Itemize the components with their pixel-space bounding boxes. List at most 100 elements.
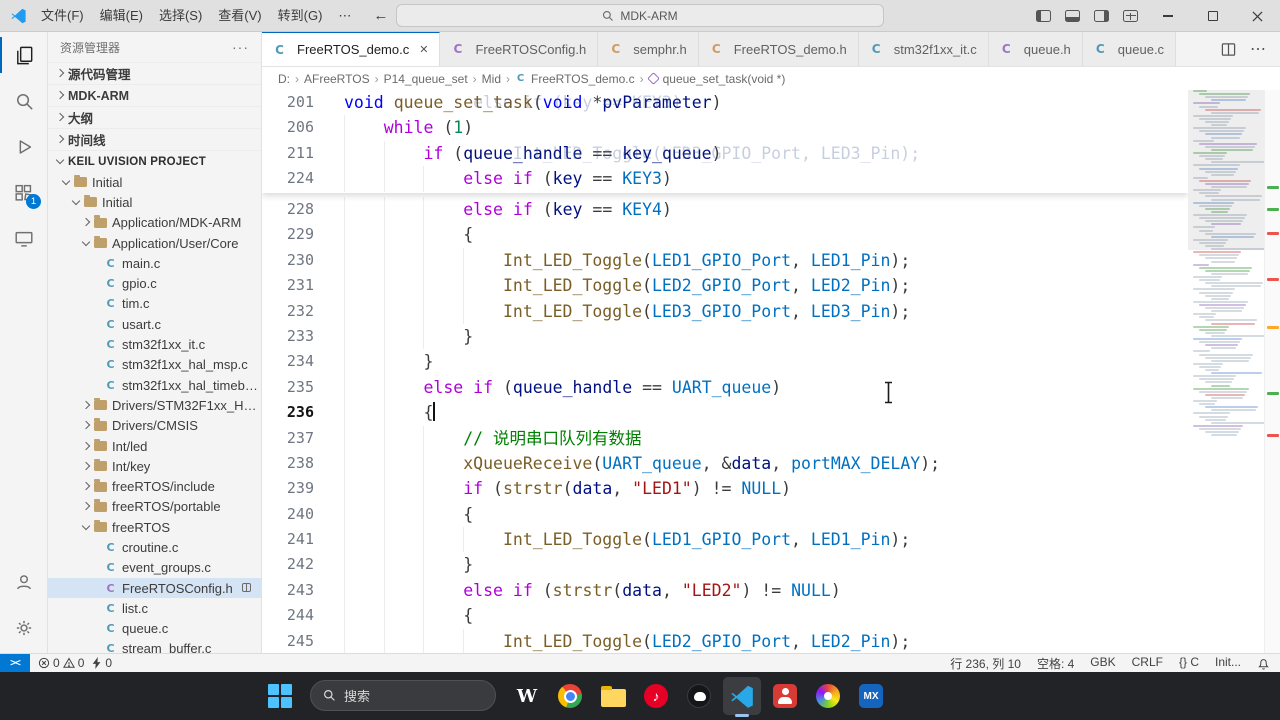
tree-file-event_groups.c[interactable]: Cevent_groups.c	[48, 558, 261, 578]
sidebar-section-3[interactable]: 时间线	[48, 128, 261, 150]
customize-layout-icon[interactable]	[1123, 10, 1138, 22]
taskbar-app-chrome[interactable]	[551, 677, 589, 715]
status-item-4[interactable]: {} C	[1179, 655, 1199, 672]
status-item-2[interactable]: GBK	[1090, 655, 1115, 672]
bell-icon[interactable]	[1257, 657, 1270, 670]
line-number[interactable]: 230	[262, 248, 314, 273]
code-line-224[interactable]: 224 else if (key == KEY3)	[262, 166, 1188, 192]
line-number[interactable]: 238	[262, 451, 314, 476]
breadcrumb-item-0[interactable]: D:	[278, 72, 290, 86]
toggle-panel-icon[interactable]	[1065, 10, 1080, 22]
line-number[interactable]: 232	[262, 299, 314, 324]
code-line-240[interactable]: 240 {	[262, 501, 1188, 528]
line-number[interactable]: 228	[262, 197, 314, 222]
code-line-236[interactable]: 236 {	[262, 400, 1188, 426]
activity-explorer[interactable]	[0, 32, 48, 78]
code-line-229[interactable]: 229 {	[262, 222, 1188, 248]
tab-queue.c[interactable]: Cqueue.c	[1082, 32, 1177, 66]
tab-FreeRTOS_demo.c[interactable]: C FreeRTOS_demo.c ✕	[262, 32, 441, 66]
tree-file-stm32f1xx_hal_timebas...[interactable]: Cstm32f1xx_hal_timebas...	[48, 375, 261, 395]
tree-file-tim.c[interactable]: Ctim.c	[48, 294, 261, 314]
code-line-206[interactable]: 206 while (1)	[262, 115, 1188, 141]
tree-folder-Initial[interactable]: Initial	[48, 172, 261, 192]
taskbar-app-reader[interactable]	[766, 677, 804, 715]
menu-item-1[interactable]: 编辑(E)	[92, 5, 151, 27]
breadcrumb-item-5[interactable]: queue_set_task(void *)	[663, 72, 786, 86]
activity-run-debug[interactable]	[0, 124, 48, 170]
tree-file-croutine.c[interactable]: Ccroutine.c	[48, 537, 261, 557]
menu-more-icon[interactable]: ⋯	[330, 5, 359, 27]
tab-semphr.h[interactable]: Csemphr.h	[598, 32, 699, 66]
problems-status[interactable]: 0 0	[38, 656, 84, 670]
status-item-1[interactable]: 空格: 4	[1037, 655, 1074, 672]
overview-ruler[interactable]	[1264, 90, 1280, 653]
breadcrumb-item-4[interactable]: FreeRTOS_demo.c	[531, 72, 635, 86]
tree-file-FreeRTOSConfig.h[interactable]: C FreeRTOSConfig.h	[48, 577, 261, 599]
line-number[interactable]: 244	[262, 603, 314, 628]
minimap-slider[interactable]	[1188, 90, 1264, 250]
toggle-secondary-sidebar-icon[interactable]	[1094, 10, 1109, 22]
editor-more-actions-icon[interactable]: ⋯	[1250, 39, 1266, 59]
minimap[interactable]	[1188, 90, 1269, 653]
line-number[interactable]: 229	[262, 222, 314, 247]
breadcrumb-item-2[interactable]: P14_queue_set	[384, 72, 468, 86]
line-number[interactable]: 201	[262, 90, 314, 115]
tree-file-stream_buffer.c[interactable]: Cstream_buffer.c	[48, 639, 261, 653]
sidebar-section-2[interactable]: 大纲	[48, 106, 261, 128]
line-number[interactable]: 243	[262, 578, 314, 603]
code-line-233[interactable]: 233 }	[262, 323, 1188, 350]
line-number[interactable]: 231	[262, 273, 314, 298]
flash-status[interactable]: 0	[92, 656, 112, 670]
code-line-234[interactable]: 234 }	[262, 349, 1188, 375]
menu-item-2[interactable]: 选择(S)	[151, 5, 210, 27]
code-line-245[interactable]: 245 Int_LED_Toggle(LED2_GPIO_Port, LED2_…	[262, 628, 1188, 653]
close-button[interactable]	[1235, 0, 1280, 32]
activity-extensions[interactable]: 1	[0, 170, 48, 216]
tab-FreeRTOSConfig.h[interactable]: C FreeRTOSConfig.h	[440, 32, 599, 66]
tree-file-main.c[interactable]: Cmain.c	[48, 253, 261, 273]
tree-folder-Int/led[interactable]: Int/led	[48, 436, 261, 456]
sidebar-section-1[interactable]: MDK-ARM	[48, 84, 261, 106]
tab-FreeRTOS_demo.h[interactable]: C FreeRTOS_demo.h	[698, 32, 859, 66]
tab-queue.h[interactable]: Cqueue.h	[988, 32, 1083, 66]
code-line-241[interactable]: 241 Int_LED_Toggle(LED1_GPIO_Port, LED1_…	[262, 527, 1188, 553]
tree-file-usart.c[interactable]: Cusart.c	[48, 314, 261, 334]
code-line-243[interactable]: 243 else if (strstr(data, "LED2") != NUL…	[262, 577, 1188, 604]
breadcrumb-item-1[interactable]: AFreeRTOS	[304, 72, 370, 86]
activity-search[interactable]	[0, 78, 48, 124]
code-line-230[interactable]: 230 Int_LED_Toggle(LED1_GPIO_Port, LED1_…	[262, 247, 1188, 274]
line-number[interactable]: 224	[262, 166, 314, 191]
tree-file-gpio.c[interactable]: Cgpio.c	[48, 273, 261, 293]
start-button[interactable]	[268, 684, 292, 708]
activity-remote-explorer[interactable]	[0, 216, 48, 262]
tree-folder-Initial[interactable]: Initial	[48, 192, 261, 212]
line-number[interactable]: 241	[262, 527, 314, 552]
taskbar-app-wikipedia[interactable]: W	[508, 677, 546, 715]
code-line-228[interactable]: 228 else if (key == KEY4)	[262, 197, 1188, 223]
split-editor-icon[interactable]	[1221, 42, 1236, 57]
tree-folder-freeRTOS/portable[interactable]: freeRTOS/portable	[48, 497, 261, 517]
taskbar-app-file-explorer[interactable]	[594, 677, 632, 715]
minimize-button[interactable]	[1145, 0, 1190, 32]
tab-stm32f1xx_it.c[interactable]: Cstm32f1xx_it.c	[858, 32, 989, 66]
code-line-242[interactable]: 242 }	[262, 552, 1188, 578]
code-line-231[interactable]: 231 Int_LED_Toggle(LED2_GPIO_Port, LED2_…	[262, 273, 1188, 299]
breadcrumb-item-3[interactable]: Mid	[482, 72, 501, 86]
menu-item-0[interactable]: 文件(F)	[33, 5, 92, 27]
tree-folder-freeRTOS[interactable]: freeRTOS	[48, 517, 261, 537]
menu-item-3[interactable]: 查看(V)	[210, 5, 269, 27]
taskbar-app-vscode[interactable]	[723, 677, 761, 717]
code-editor[interactable]: 228 else if (key == KEY4) 229 {230 Int_LE…	[262, 90, 1280, 653]
tree-folder-Drivers/STM32F1xx_HAL...[interactable]: Drivers/STM32F1xx_HAL...	[48, 395, 261, 415]
status-item-3[interactable]: CRLF	[1132, 655, 1163, 672]
line-number[interactable]: 234	[262, 349, 314, 374]
taskbar-app-github[interactable]	[680, 677, 718, 715]
taskbar-search[interactable]: 搜索	[310, 680, 496, 711]
tree-folder-Int/key[interactable]: Int/key	[48, 456, 261, 476]
remote-indicator[interactable]: ><	[0, 654, 30, 672]
code-line-237[interactable]: 237 // 说明串口队列有数据	[262, 425, 1188, 451]
code-line-232[interactable]: 232 Int_LED_Toggle(LED3_GPIO_Port, LED3_…	[262, 298, 1188, 324]
tree-file-stm32f1xx_hal_msp.c[interactable]: Cstm32f1xx_hal_msp.c	[48, 355, 261, 375]
code-line-238[interactable]: 238 xQueueReceive(UART_queue, &data, por…	[262, 450, 1188, 477]
line-number[interactable]: 245	[262, 629, 314, 653]
